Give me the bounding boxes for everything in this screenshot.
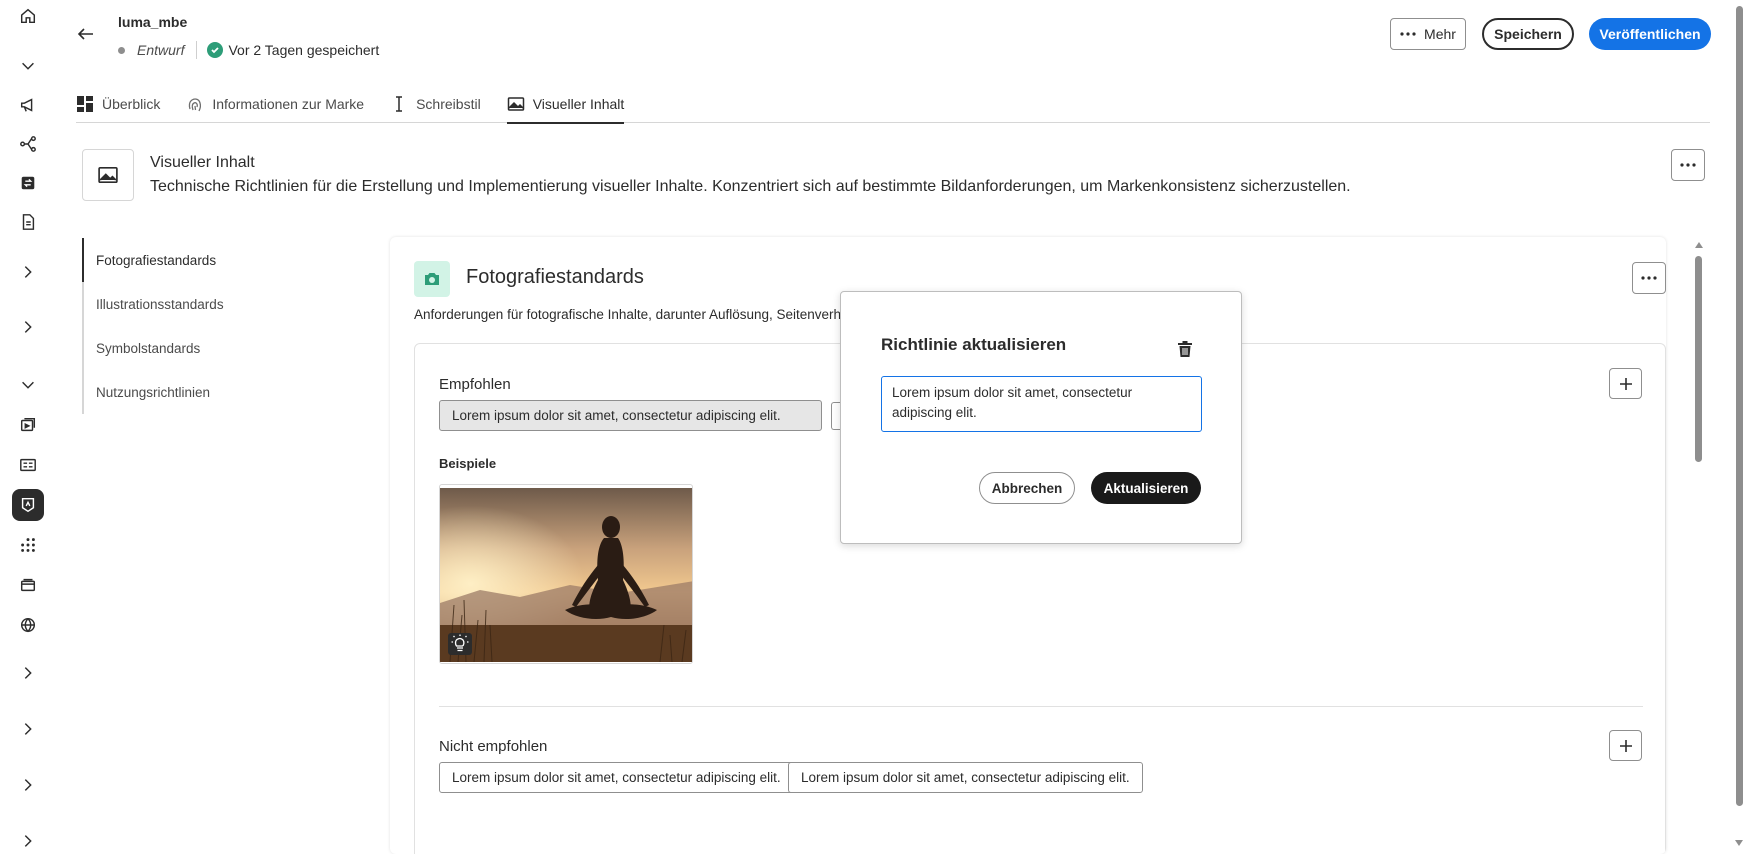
globe-icon[interactable]	[12, 609, 44, 641]
chevron-down-icon[interactable]	[12, 50, 44, 82]
folder-stack-icon[interactable]	[12, 569, 44, 601]
tab-bar: Überblick Informationen zur Marke Schrei…	[76, 85, 1710, 124]
overview-grid-icon	[77, 96, 93, 112]
document-icon[interactable]	[12, 206, 44, 238]
page-title: luma_mbe	[118, 14, 188, 30]
not-recommended-chip[interactable]: Lorem ipsum dolor sit amet, consectetur …	[439, 762, 794, 793]
tab-overview[interactable]: Überblick	[76, 85, 160, 123]
save-button[interactable]: Speichern	[1482, 18, 1574, 50]
form-fields-icon[interactable]	[12, 449, 44, 481]
add-not-recommended-button[interactable]	[1609, 730, 1642, 761]
home-icon[interactable]	[12, 0, 44, 32]
example-image	[439, 484, 693, 664]
ellipsis-icon	[1680, 163, 1696, 167]
more-button[interactable]: Mehr	[1390, 18, 1466, 50]
panel-title: Fotografiestandards	[466, 266, 644, 288]
tab-label: Überblick	[102, 96, 161, 112]
status-dot-icon	[118, 46, 125, 54]
section-title: Visueller Inhalt	[150, 154, 255, 171]
ellipsis-icon	[1400, 32, 1416, 36]
tab-brand-info[interactable]: Informationen zur Marke	[186, 85, 364, 123]
plus-icon	[1619, 377, 1632, 390]
image-icon	[507, 97, 524, 111]
recommended-heading: Empfohlen	[439, 376, 511, 393]
section-image-icon	[82, 149, 134, 201]
camera-icon	[414, 261, 450, 297]
tab-label: Schreibstil	[416, 96, 481, 112]
section-more-button[interactable]	[1671, 149, 1705, 181]
examples-heading: Beispiele	[439, 456, 497, 471]
chevron-right-icon[interactable]	[12, 825, 44, 854]
plus-icon	[1619, 739, 1632, 752]
chevron-right-icon[interactable]	[12, 657, 44, 689]
yoga-photo-image	[440, 488, 692, 663]
media-gallery-icon[interactable]	[12, 409, 44, 441]
status-row: Entwurf Vor 2 Tagen gespeichert	[118, 41, 379, 59]
publish-button[interactable]: Veröffentlichen	[1589, 18, 1711, 50]
update-button[interactable]: Aktualisieren	[1091, 472, 1201, 504]
brand-guidelines-icon[interactable]	[12, 489, 44, 521]
sub-navigation: Fotografiestandards Illustrationsstandar…	[82, 238, 302, 414]
guideline-textarea[interactable]: Lorem ipsum dolor sit amet, consectetur …	[881, 376, 1202, 432]
fingerprint-icon	[189, 98, 202, 112]
chevron-right-icon[interactable]	[12, 256, 44, 288]
megaphone-icon[interactable]	[12, 89, 44, 121]
tab-label: Informationen zur Marke	[212, 96, 365, 112]
not-recommended-heading: Nicht empfohlen	[439, 738, 548, 755]
arrow-left-icon	[77, 28, 93, 40]
scroll-up-arrow-icon[interactable]	[1694, 240, 1704, 250]
scroll-down-arrow-icon[interactable]	[1734, 838, 1744, 848]
add-recommended-button[interactable]	[1609, 368, 1642, 399]
update-guideline-popover: Richtlinie aktualisieren Lorem ipsum dol…	[840, 291, 1242, 544]
tab-writing-style[interactable]: Schreibstil	[390, 85, 481, 123]
chevron-right-icon[interactable]	[12, 311, 44, 343]
journey-icon[interactable]	[12, 128, 44, 160]
content-swap-icon[interactable]	[12, 167, 44, 199]
subnav-item-illustration[interactable]: Illustrationsstandards	[82, 282, 302, 326]
check-circle-icon	[207, 42, 224, 58]
page-scrollbar-thumb[interactable]	[1736, 6, 1743, 806]
panel-scrollbar-thumb[interactable]	[1695, 256, 1702, 462]
delete-button[interactable]	[1174, 338, 1196, 360]
subnav-item-usage[interactable]: Nutzungsrichtlinien	[82, 370, 302, 414]
chevron-right-icon[interactable]	[12, 713, 44, 745]
panel-more-button[interactable]	[1632, 262, 1666, 294]
panel-description: Anforderungen für fotografische Inhalte,…	[414, 307, 863, 322]
section-divider	[439, 706, 1643, 707]
saved-timestamp: Vor 2 Tagen gespeichert	[228, 42, 380, 58]
subnav-item-photography[interactable]: Fotografiestandards	[82, 238, 302, 282]
chevron-down-icon[interactable]	[12, 369, 44, 401]
chevron-right-icon[interactable]	[12, 769, 44, 801]
trash-icon	[1178, 341, 1192, 357]
divider	[196, 41, 198, 59]
text-cursor-icon	[396, 96, 403, 112]
more-label: Mehr	[1424, 26, 1456, 42]
not-recommended-chip[interactable]: Lorem ipsum dolor sit amet, consectetur …	[788, 762, 1143, 793]
tab-visual-content[interactable]: Visueller Inhalt	[506, 85, 625, 124]
popover-title: Richtlinie aktualisieren	[881, 335, 1067, 354]
subnav-item-symbols[interactable]: Symbolstandards	[82, 326, 302, 370]
back-button[interactable]	[72, 20, 100, 48]
apps-grid-icon[interactable]	[12, 529, 44, 561]
tab-label: Visueller Inhalt	[532, 96, 625, 112]
cancel-button[interactable]: Abbrechen	[979, 472, 1075, 504]
recommended-chip[interactable]: Lorem ipsum dolor sit amet, consectetur …	[439, 400, 822, 431]
section-description: Technische Richtlinien für die Erstellun…	[150, 178, 1351, 195]
left-rail	[0, 0, 56, 854]
ellipsis-icon	[1641, 276, 1657, 280]
draft-status: Entwurf	[137, 42, 185, 58]
